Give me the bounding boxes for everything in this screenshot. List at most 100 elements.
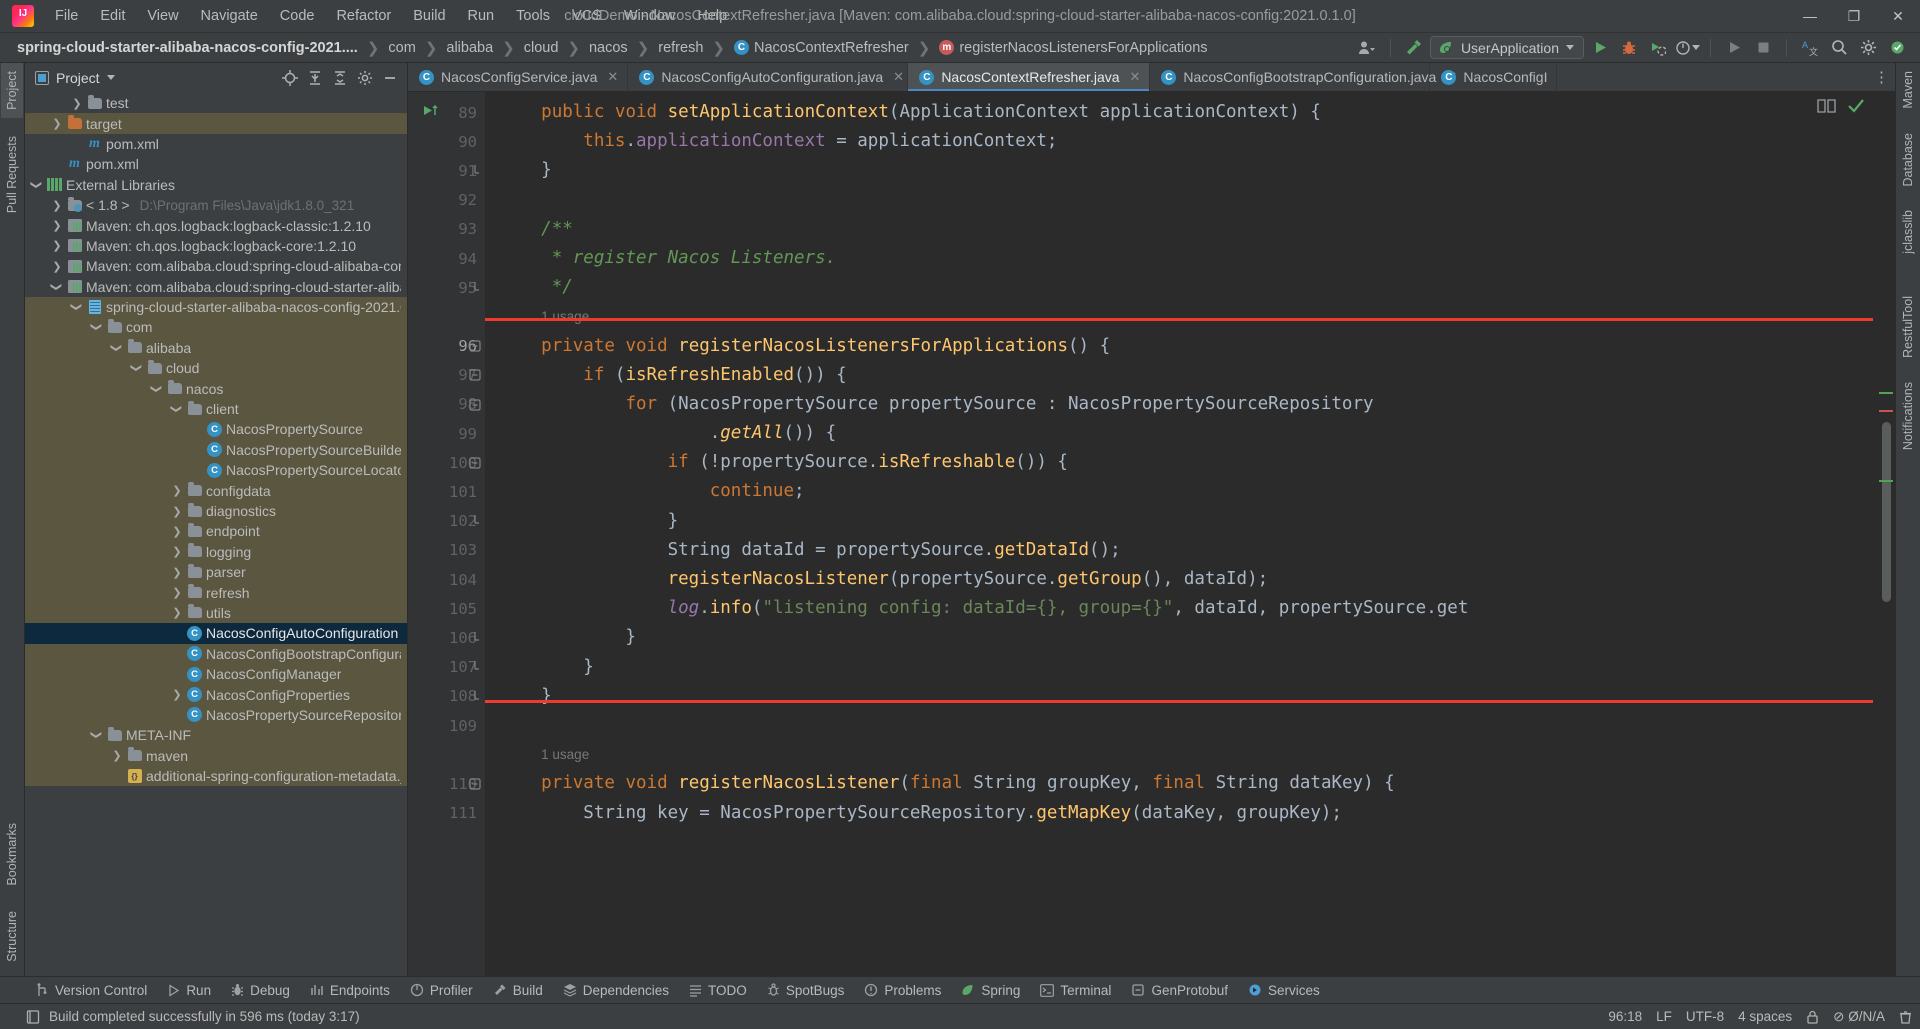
- menu-vcs[interactable]: VCS: [561, 4, 613, 28]
- indent-setting[interactable]: 4 spaces: [1738, 1009, 1792, 1024]
- tree-node[interactable]: CNacosConfigBootstrapConfiguration: [25, 643, 407, 664]
- rail-tab-project[interactable]: Project: [1, 63, 23, 118]
- expand-arrow-icon[interactable]: ❯: [51, 199, 63, 212]
- code-fold-icon[interactable]: [468, 369, 481, 382]
- breadcrumb-item-cloud[interactable]: cloud: [521, 38, 562, 58]
- tool-window-dependencies[interactable]: Dependencies: [554, 980, 678, 1001]
- expand-arrow-icon[interactable]: ❯: [171, 607, 183, 619]
- tree-node[interactable]: ❯ External Libraries: [25, 175, 407, 195]
- collapse-arrow-icon[interactable]: ❯: [131, 362, 143, 374]
- code-fold-icon[interactable]: [468, 632, 481, 645]
- expand-all-icon[interactable]: [303, 66, 326, 89]
- tree-node[interactable]: ❯ logging: [25, 541, 407, 562]
- collapse-arrow-icon[interactable]: ❯: [91, 729, 103, 741]
- expand-arrow-icon[interactable]: ❯: [51, 240, 63, 252]
- debug-button[interactable]: [1616, 36, 1642, 60]
- expand-arrow-icon[interactable]: ❯: [71, 97, 83, 110]
- tree-node[interactable]: C NacosConfigManager: [25, 663, 407, 685]
- tree-node[interactable]: ❯ Maven: ch.qos.logback:logback-core:1.2.…: [25, 236, 407, 256]
- rail-tab-maven[interactable]: Maven: [1897, 63, 1919, 117]
- menu-run[interactable]: Run: [457, 4, 506, 28]
- code-fold-icon[interactable]: [468, 661, 481, 674]
- caret-position[interactable]: 96:18: [1608, 1009, 1642, 1024]
- users-icon[interactable]: [1354, 36, 1380, 60]
- code-line[interactable]: log.info("listening config: dataId={}, g…: [485, 594, 1873, 623]
- code-line[interactable]: registerNacosListener(propertySource.get…: [485, 565, 1873, 594]
- tree-node[interactable]: ❯ refresh: [25, 582, 407, 603]
- collapse-arrow-icon[interactable]: ❯: [171, 403, 183, 415]
- expand-arrow-icon[interactable]: ❯: [171, 525, 183, 538]
- rail-tab-restfultool[interactable]: RestfulTool: [1897, 288, 1919, 366]
- collapse-all-icon[interactable]: [328, 66, 351, 89]
- tree-node[interactable]: C NacosPropertySourceBuilder: [25, 439, 407, 461]
- inspection-ok-icon[interactable]: [1846, 96, 1865, 115]
- stop-button[interactable]: [1750, 36, 1776, 60]
- breadcrumb-item-method[interactable]: m registerNacosListenersForApplications: [936, 38, 1210, 58]
- code-line[interactable]: String dataId = propertySource.getDataId…: [485, 536, 1873, 565]
- expand-arrow-icon[interactable]: ❯: [171, 505, 183, 518]
- rail-tab-bookmarks[interactable]: Bookmarks: [1, 815, 23, 894]
- code-line[interactable]: /**: [485, 215, 1873, 244]
- editor-scrollbar[interactable]: [1873, 92, 1895, 976]
- editor-tab-nacosconfigautoconfiguration[interactable]: C NacosConfigAutoConfiguration.java ✕: [628, 63, 909, 91]
- build-hammer-icon[interactable]: [1401, 36, 1427, 60]
- breadcrumb-item-nacos[interactable]: nacos: [586, 38, 631, 58]
- rail-tab-notifications[interactable]: Notifications: [1897, 374, 1919, 458]
- menu-build[interactable]: Build: [402, 4, 456, 28]
- tree-node[interactable]: m pom.xml: [25, 134, 407, 154]
- reader-mode-icon[interactable]: [1817, 96, 1836, 115]
- tree-node[interactable]: ❯ < 1.8 > D:\Program Files\Java\jdk1.8.0_3…: [25, 195, 407, 215]
- expand-arrow-icon[interactable]: ❯: [51, 260, 63, 273]
- translate-icon[interactable]: A文: [1797, 36, 1823, 60]
- code-line[interactable]: for (NacosPropertySource propertySource …: [485, 390, 1873, 419]
- close-icon[interactable]: ✕: [607, 69, 618, 85]
- menu-view[interactable]: View: [136, 4, 189, 28]
- breadcrumb-item-alibaba[interactable]: alibaba: [443, 38, 496, 58]
- tool-window-todo[interactable]: TODO: [680, 980, 756, 1001]
- code-fold-icon[interactable]: [468, 690, 481, 703]
- expand-arrow-icon[interactable]: ❯: [171, 485, 183, 497]
- tree-node[interactable]: ❯ Maven: com.alibaba.cloud:spring-cloud-a…: [25, 256, 407, 276]
- code-line[interactable]: this.applicationContext = applicationCon…: [485, 127, 1873, 156]
- code-line[interactable]: String key = NacosPropertySourceReposito…: [485, 799, 1873, 828]
- lock-icon[interactable]: [1806, 1010, 1819, 1024]
- profiler-button[interactable]: [1674, 36, 1700, 60]
- updates-icon[interactable]: [1884, 36, 1910, 60]
- code-line[interactable]: if (isRefreshEnabled()) {: [485, 361, 1873, 390]
- code-fold-icon[interactable]: [468, 340, 481, 353]
- tool-window-services[interactable]: Services: [1239, 980, 1329, 1001]
- locate-icon[interactable]: [278, 66, 301, 89]
- project-view-selector[interactable]: Project: [35, 70, 115, 86]
- status-message[interactable]: Build completed successfully in 596 ms (…: [49, 1009, 360, 1024]
- menu-help[interactable]: Help: [686, 4, 738, 28]
- collapse-arrow-icon[interactable]: ❯: [71, 301, 83, 313]
- tree-node[interactable]: ❯ Maven: com.alibaba.cloud:spring-cloud-s…: [25, 277, 407, 297]
- code-line[interactable]: }: [485, 682, 1873, 711]
- code-line[interactable]: [485, 711, 1873, 740]
- collapse-arrow-icon[interactable]: ❯: [51, 281, 63, 293]
- scrollbar-thumb[interactable]: [1882, 422, 1891, 602]
- expand-arrow-icon[interactable]: ❯: [171, 546, 183, 558]
- tree-node[interactable]: ❯ nacos: [25, 378, 407, 399]
- tree-node[interactable]: m pom.xml: [25, 154, 407, 174]
- tree-node[interactable]: ❯ spring-cloud-starter-alibaba-nacos-conf…: [25, 296, 407, 318]
- tree-node[interactable]: ❯ parser: [25, 561, 407, 583]
- trash-icon[interactable]: [1899, 1010, 1912, 1024]
- code-line[interactable]: continue;: [485, 477, 1873, 506]
- tool-window-run[interactable]: Run: [158, 980, 220, 1001]
- breadcrumb-item-com[interactable]: com: [385, 38, 418, 58]
- close-icon[interactable]: ✕: [1130, 69, 1141, 85]
- menu-navigate[interactable]: Navigate: [190, 4, 269, 28]
- tree-node[interactable]: C NacosPropertySource: [25, 419, 407, 440]
- code-fold-icon[interactable]: [468, 515, 481, 528]
- hide-icon[interactable]: [378, 66, 401, 89]
- code-fold-icon[interactable]: [468, 164, 481, 177]
- tree-node[interactable]: ❯ configdata: [25, 480, 407, 501]
- close-icon[interactable]: ✕: [893, 69, 904, 85]
- tree-node[interactable]: C NacosPropertySourceRepository: [25, 704, 407, 726]
- editor-tab-nacoscontextrefresher[interactable]: C NacosContextRefresher.java ✕: [908, 63, 1151, 91]
- inlay-usage-hint[interactable]: 1 usage: [485, 740, 1873, 769]
- breadcrumb-item-refresh[interactable]: refresh: [655, 38, 706, 58]
- code-line[interactable]: }: [485, 507, 1873, 536]
- code-content[interactable]: public void setApplicationContext(Applic…: [485, 92, 1873, 976]
